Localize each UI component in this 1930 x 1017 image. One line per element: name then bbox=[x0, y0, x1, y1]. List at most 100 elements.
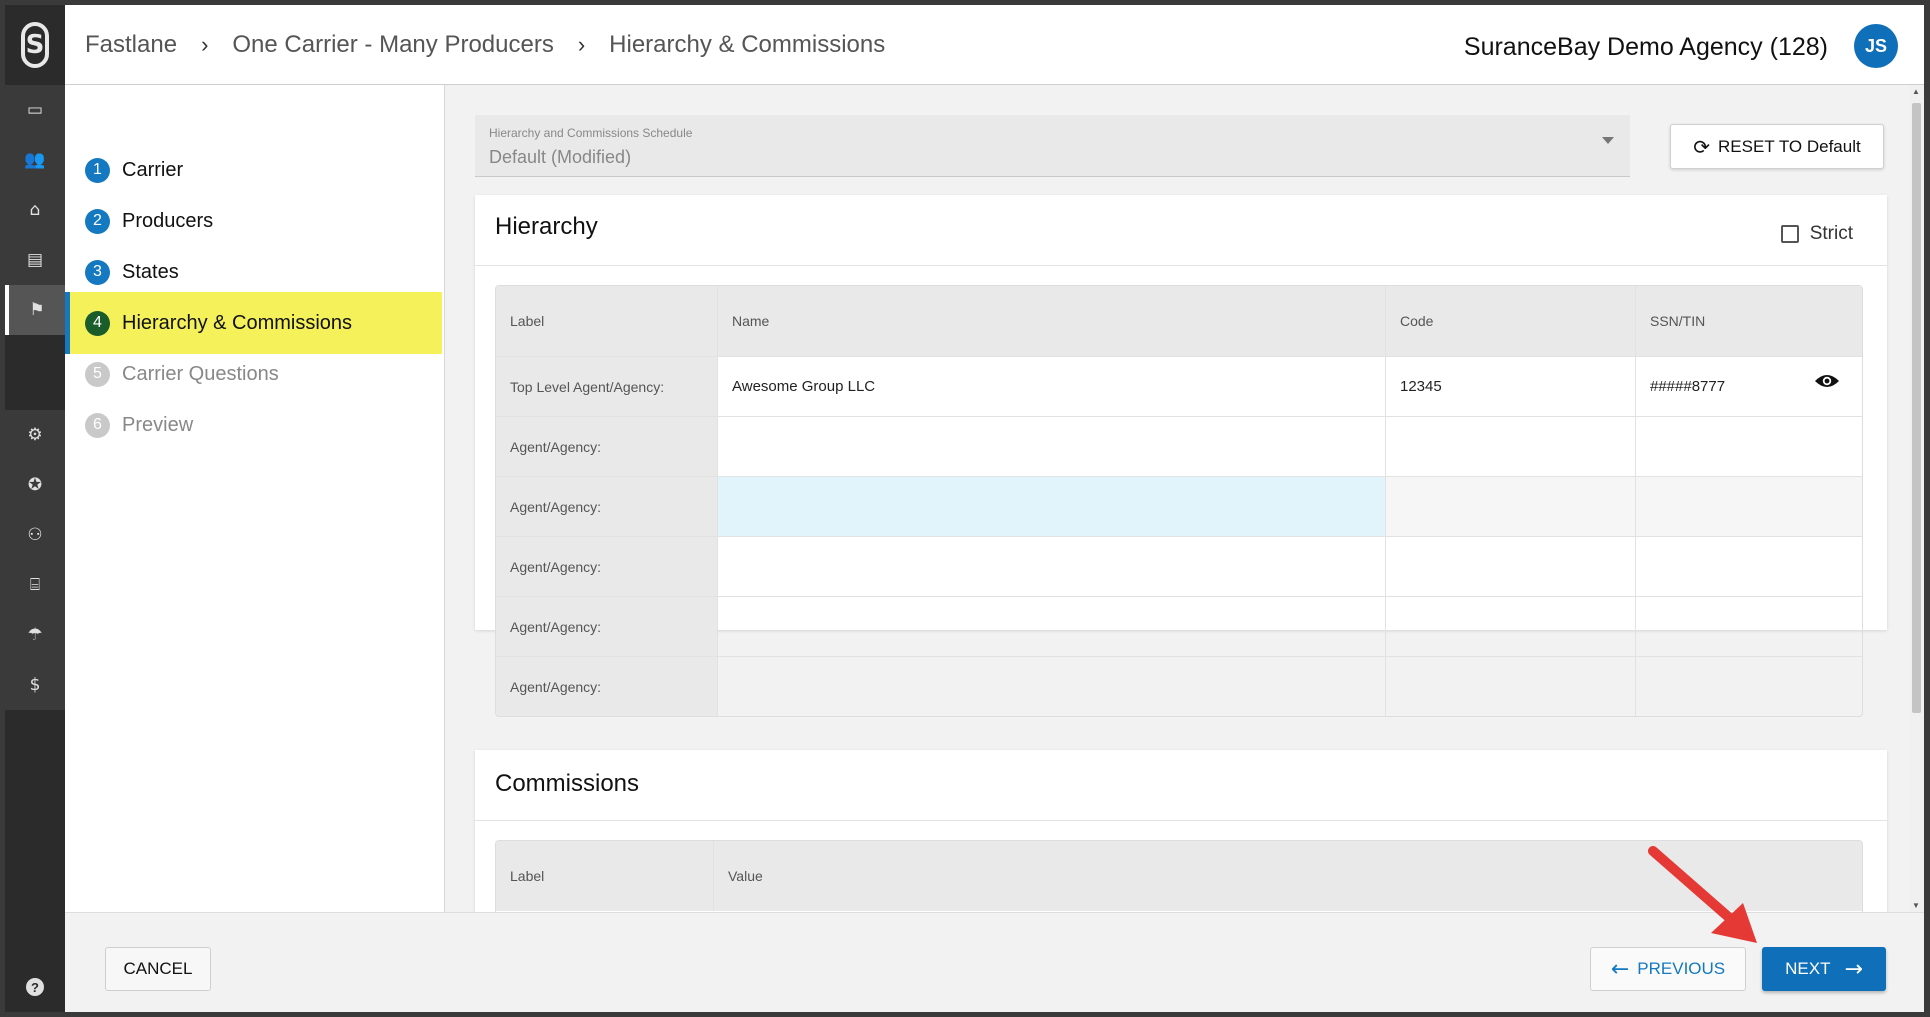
hierarchy-card: Hierarchy Strict Label Name Code SSN/TIN… bbox=[475, 195, 1887, 717]
nav-group-main: ▭ 👥 ⌂ ▤ ⚑ bbox=[5, 85, 65, 335]
name-cell[interactable] bbox=[718, 597, 1386, 656]
strict-label: Strict bbox=[1809, 223, 1853, 244]
breadcrumb-item-current: Hierarchy & Commissions bbox=[609, 30, 886, 58]
table-row: Agent/Agency: bbox=[496, 536, 1862, 596]
step-number: 3 bbox=[85, 259, 110, 285]
help-button[interactable]: ? bbox=[5, 962, 65, 1012]
name-cell[interactable] bbox=[718, 537, 1386, 596]
code-cell[interactable] bbox=[1386, 657, 1636, 716]
name-cell-selected[interactable] bbox=[718, 477, 1386, 536]
scrollbar-thumb[interactable] bbox=[1912, 103, 1921, 713]
hierarchy-title: Hierarchy bbox=[495, 213, 598, 240]
top-header: Fastlane › One Carrier - Many Producers … bbox=[65, 5, 1924, 85]
hierarchy-table: Label Name Code SSN/TIN Top Level Agent/… bbox=[495, 285, 1863, 717]
step-label: Producers bbox=[122, 209, 214, 232]
row-label: Agent/Agency: bbox=[496, 597, 718, 656]
ssn-cell[interactable] bbox=[1636, 657, 1862, 716]
divider bbox=[475, 265, 1887, 266]
store-icon[interactable]: ⌂ bbox=[5, 185, 65, 235]
row-label: Agent/Agency: bbox=[496, 537, 718, 596]
eye-icon[interactable] bbox=[1814, 373, 1840, 389]
arrow-right-icon: → bbox=[1844, 956, 1863, 982]
name-cell[interactable]: Awesome Group LLC bbox=[718, 357, 1386, 416]
column-header: SSN/TIN bbox=[1650, 313, 1706, 329]
ssn-cell[interactable] bbox=[1636, 597, 1862, 656]
table-header: Label Value bbox=[496, 841, 1862, 911]
column-header: Value bbox=[728, 868, 763, 884]
flag-icon[interactable]: ⚑ bbox=[5, 285, 65, 335]
cancel-button[interactable]: CANCEL bbox=[105, 947, 211, 991]
code-cell[interactable] bbox=[1386, 537, 1636, 596]
checkbox-icon bbox=[1780, 225, 1799, 243]
scroll-up-icon[interactable]: ▲ bbox=[1912, 87, 1920, 96]
chevron-right-icon: › bbox=[577, 31, 586, 57]
dollar-icon[interactable]: $ bbox=[5, 660, 65, 710]
step-number: 4 bbox=[85, 310, 110, 336]
user-settings-icon[interactable]: ⚇ bbox=[5, 510, 65, 560]
ssn-cell[interactable]: #####8777 bbox=[1636, 357, 1862, 416]
code-cell[interactable] bbox=[1386, 477, 1636, 536]
reset-to-default-button[interactable]: ⟳ RESET TO Default bbox=[1670, 124, 1884, 169]
next-button[interactable]: NEXT → bbox=[1762, 947, 1886, 991]
wizard-steps: 1 Carrier 2 Producers 3 States 4 Hierarc… bbox=[65, 85, 445, 912]
schedule-select-label: Hierarchy and Commissions Schedule bbox=[489, 126, 693, 140]
column-header: Code bbox=[1386, 286, 1636, 356]
row-label: Agent/Agency: bbox=[496, 417, 718, 476]
app-window: S ▭ 👥 ⌂ ▤ ⚑ ⚙ ✪ ⚇ ⌸ ☂ $ ? Fastlane › One… bbox=[5, 5, 1924, 1012]
app-logo[interactable]: S bbox=[5, 5, 65, 85]
commissions-card: Commissions Label Value bbox=[475, 750, 1887, 912]
strict-checkbox[interactable]: Strict bbox=[1780, 223, 1853, 245]
schedule-select-value: Default (Modified) bbox=[489, 147, 632, 167]
bank-icon[interactable]: ⌸ bbox=[5, 560, 65, 610]
breadcrumb-item[interactable]: Fastlane bbox=[85, 31, 177, 59]
avatar[interactable]: JS bbox=[1854, 24, 1898, 68]
column-header: Label bbox=[496, 841, 714, 911]
commissions-title: Commissions bbox=[495, 770, 640, 797]
umbrella-icon[interactable]: ☂ bbox=[5, 610, 65, 660]
table-row: Top Level Agent/Agency: Awesome Group LL… bbox=[496, 356, 1862, 416]
name-cell[interactable] bbox=[718, 657, 1386, 716]
step-label: Carrier Questions bbox=[122, 362, 279, 385]
divider bbox=[475, 820, 1887, 821]
caret-down-icon bbox=[1602, 137, 1614, 144]
row-label: Top Level Agent/Agency: bbox=[496, 357, 718, 416]
ssn-value: #####8777 bbox=[1650, 378, 1726, 395]
gear-icon[interactable]: ⚙ bbox=[5, 410, 65, 460]
step-label: Carrier bbox=[122, 158, 184, 181]
people-icon[interactable]: 👥 bbox=[5, 135, 65, 185]
commissions-table: Label Value bbox=[495, 840, 1863, 912]
step-number: 2 bbox=[85, 208, 110, 234]
document-icon[interactable]: ▤ bbox=[5, 235, 65, 285]
monitor-icon[interactable]: ▭ bbox=[5, 85, 65, 135]
breadcrumb-item[interactable]: One Carrier - Many Producers bbox=[232, 31, 553, 59]
row-label: Agent/Agency: bbox=[496, 477, 718, 536]
scrollbar[interactable]: ▲ ▼ bbox=[1909, 85, 1924, 912]
nav-group-admin: ⚙ ✪ ⚇ ⌸ ☂ $ bbox=[5, 410, 65, 710]
ssn-cell[interactable] bbox=[1636, 537, 1862, 596]
column-header: Label bbox=[496, 286, 718, 356]
nav-rail: S ▭ 👥 ⌂ ▤ ⚑ ⚙ ✪ ⚇ ⌸ ☂ $ ? bbox=[5, 5, 65, 1012]
badge-icon[interactable]: ✪ bbox=[5, 460, 65, 510]
code-cell[interactable]: 12345 bbox=[1386, 357, 1636, 416]
main-content: Hierarchy and Commissions Schedule Defau… bbox=[445, 85, 1909, 912]
ssn-cell[interactable] bbox=[1636, 477, 1862, 536]
row-label: Agent/Agency: bbox=[496, 657, 718, 716]
step-label: Hierarchy & Commissions bbox=[122, 311, 353, 334]
previous-button[interactable]: ← PREVIOUS bbox=[1590, 947, 1746, 991]
step-number: 6 bbox=[85, 412, 110, 438]
step-preview[interactable]: 6 Preview bbox=[65, 394, 442, 456]
schedule-select[interactable]: Hierarchy and Commissions Schedule Defau… bbox=[475, 115, 1630, 177]
footer-bar: CANCEL ← PREVIOUS NEXT → bbox=[65, 912, 1924, 1012]
code-cell[interactable] bbox=[1386, 597, 1636, 656]
chevron-right-icon: › bbox=[201, 31, 209, 57]
step-number: 5 bbox=[85, 361, 110, 387]
table-row: Agent/Agency: bbox=[496, 416, 1862, 476]
reset-button-label: RESET TO Default bbox=[1718, 136, 1861, 156]
name-cell[interactable] bbox=[718, 417, 1386, 476]
step-number: 1 bbox=[85, 157, 110, 183]
table-row: Agent/Agency: bbox=[496, 476, 1862, 536]
scroll-down-icon[interactable]: ▼ bbox=[1912, 901, 1920, 910]
breadcrumb: Fastlane › One Carrier - Many Producers … bbox=[65, 31, 885, 59]
code-cell[interactable] bbox=[1386, 417, 1636, 476]
ssn-cell[interactable] bbox=[1636, 417, 1862, 476]
